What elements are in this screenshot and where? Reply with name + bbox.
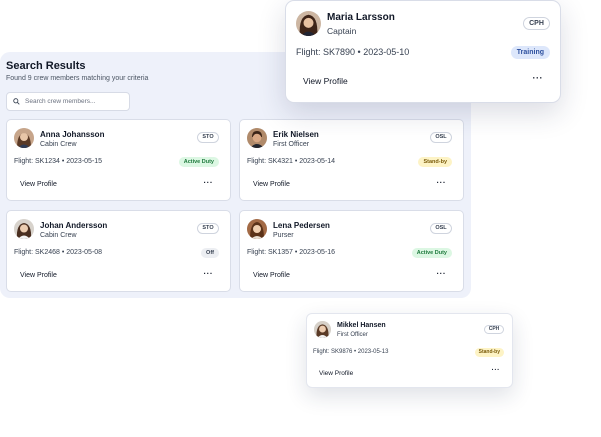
crew-name: Anna Johansson [40, 130, 105, 139]
crew-card-mikkel-hansen: Mikkel Hansen First Officer CPH Flight: … [306, 313, 513, 388]
view-profile-button[interactable]: View Profile [319, 370, 353, 377]
base-code-badge: CPH [484, 325, 504, 334]
results-count-text: Found 9 crew members matching your crite… [6, 75, 149, 82]
view-profile-button[interactable]: View Profile [253, 272, 290, 279]
search-input[interactable] [25, 98, 125, 105]
flight-info: Flight: SK9876 • 2023-05-13 [313, 349, 389, 355]
search-box[interactable] [6, 92, 130, 111]
more-options-button[interactable]: ··· [204, 178, 214, 187]
view-profile-button[interactable]: View Profile [253, 181, 290, 188]
crew-role: Cabin Crew [40, 232, 77, 239]
crew-role: Purser [273, 232, 294, 239]
more-options-button[interactable]: ··· [492, 367, 501, 374]
crew-role: Captain [327, 26, 357, 36]
view-profile-button[interactable]: View Profile [20, 181, 57, 188]
more-options-button[interactable]: ··· [437, 178, 447, 187]
status-badge: Stand-by [474, 348, 504, 357]
status-badge: Active Duty [411, 248, 452, 258]
crew-card-erik-nielsen: Erik Nielsen First Officer OSL Flight: S… [239, 119, 464, 201]
results-title: Search Results [6, 60, 86, 72]
crew-role: Cabin Crew [40, 141, 77, 148]
crew-role: First Officer [273, 141, 310, 148]
base-code-badge: STO [197, 223, 219, 234]
status-badge: Stand-by [418, 157, 452, 167]
avatar [247, 128, 267, 148]
base-code-badge: CPH [523, 17, 550, 30]
crew-name: Erik Nielsen [273, 130, 319, 139]
flight-info: Flight: SK1357 • 2023-05-16 [247, 249, 336, 256]
crew-name: Lena Pedersen [273, 221, 330, 230]
view-profile-button[interactable]: View Profile [20, 272, 57, 279]
avatar [14, 219, 34, 239]
crew-search-screen: Search Results Found 9 crew members matc… [0, 0, 601, 437]
crew-card-johan-andersson: Johan Andersson Cabin Crew STO Flight: S… [6, 210, 231, 292]
base-code-badge: STO [197, 132, 219, 143]
status-badge: Off [201, 248, 219, 258]
crew-card-anna-johansson: Anna Johansson Cabin Crew STO Flight: SK… [6, 119, 231, 201]
status-badge: Training [510, 46, 550, 59]
view-profile-button[interactable]: View Profile [303, 76, 348, 86]
crew-name: Maria Larsson [327, 12, 395, 23]
crew-name: Mikkel Hansen [337, 322, 386, 329]
flight-info: Flight: SK1234 • 2023-05-15 [14, 158, 103, 165]
more-options-button[interactable]: ··· [437, 269, 447, 278]
crew-card-maria-larsson: Maria Larsson Captain CPH Flight: SK7890… [285, 0, 561, 103]
flight-info: Flight: SK4321 • 2023-05-14 [247, 158, 336, 165]
base-code-badge: OSL [430, 223, 452, 234]
avatar [14, 128, 34, 148]
crew-card-lena-pedersen: Lena Pedersen Purser OSL Flight: SK1357 … [239, 210, 464, 292]
avatar [247, 219, 267, 239]
crew-role: First Officer [337, 332, 368, 338]
flight-info: Flight: SK2468 • 2023-05-08 [14, 249, 103, 256]
flight-info: Flight: SK7890 • 2023-05-10 [296, 47, 410, 57]
search-icon [13, 98, 20, 105]
base-code-badge: OSL [430, 132, 452, 143]
crew-name: Johan Andersson [40, 221, 108, 230]
more-options-button[interactable]: ··· [533, 73, 544, 83]
more-options-button[interactable]: ··· [204, 269, 214, 278]
status-badge: Active Duty [178, 157, 219, 167]
avatar [314, 321, 331, 338]
avatar [296, 11, 321, 36]
